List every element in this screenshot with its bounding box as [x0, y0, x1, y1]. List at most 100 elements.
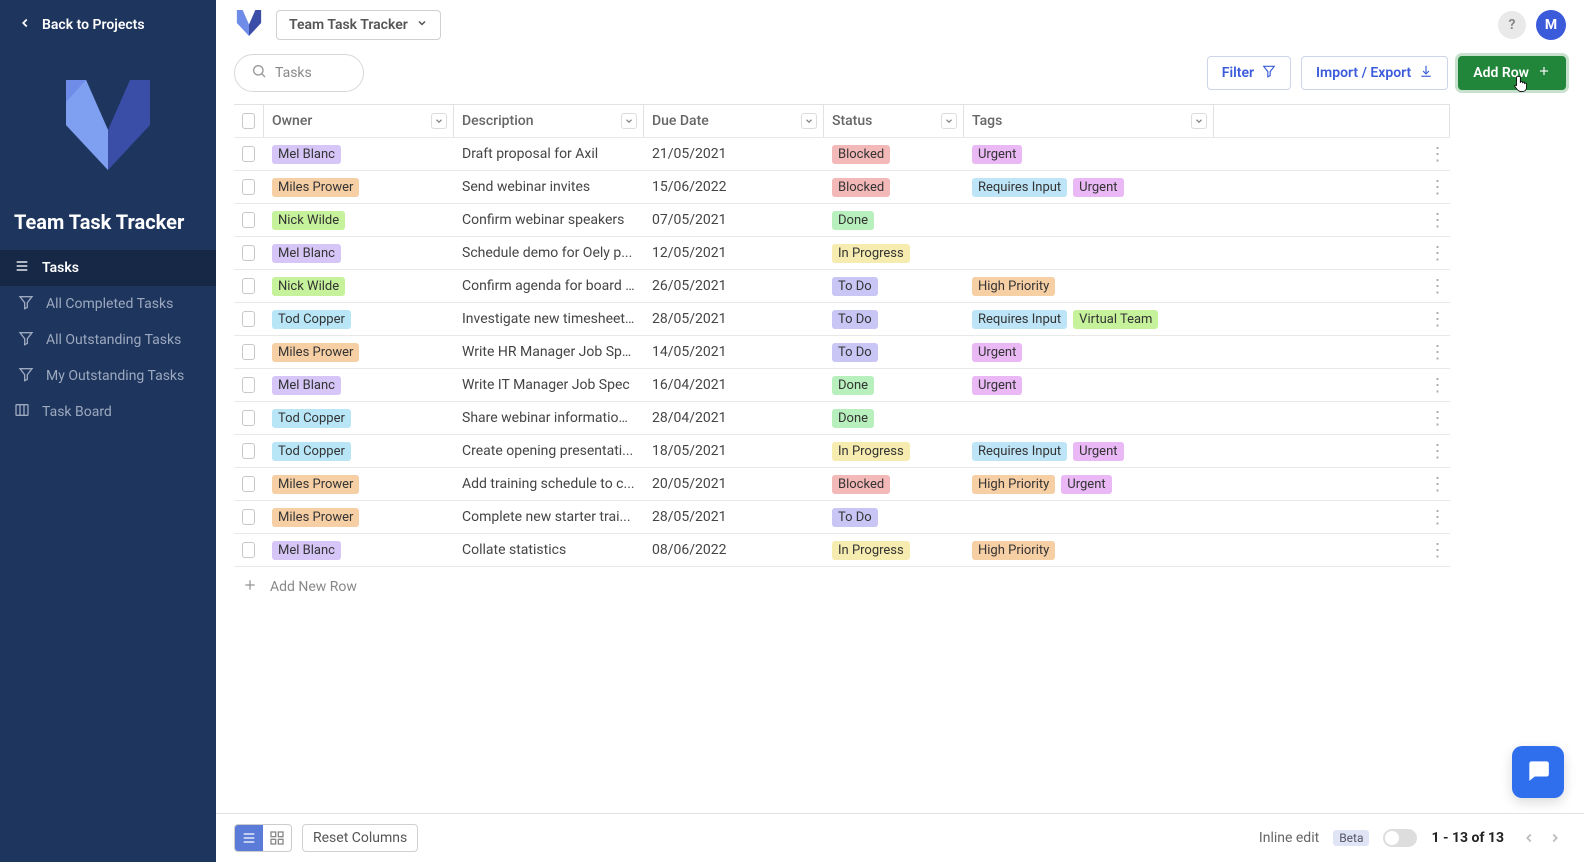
list-view-button[interactable]: [235, 825, 263, 851]
help-button[interactable]: ?: [1498, 11, 1526, 39]
filter-icon: [18, 294, 34, 314]
filter-icon: [18, 366, 34, 386]
tag-chip: Urgent: [972, 343, 1022, 362]
select-all-checkbox[interactable]: [242, 113, 255, 129]
row-actions-button[interactable]: [1426, 336, 1450, 368]
row-checkbox[interactable]: [242, 542, 255, 558]
row-checkbox[interactable]: [242, 344, 255, 360]
add-row-label: Add Row: [1473, 65, 1529, 81]
table-row[interactable]: Miles ProwerComplete new starter trai...…: [234, 501, 1450, 534]
download-icon: [1419, 64, 1433, 82]
row-actions-button[interactable]: [1426, 171, 1450, 203]
table-row[interactable]: Mel BlancCollate statistics08/06/2022In …: [234, 534, 1450, 567]
column-header-tags[interactable]: Tags: [964, 105, 1214, 137]
filter-icon: [18, 330, 34, 350]
due-date-text: 28/05/2021: [652, 311, 727, 327]
tag-chip: Requires Input: [972, 442, 1067, 461]
grid-view-button[interactable]: [263, 825, 291, 851]
table-row[interactable]: Nick WildeConfirm agenda for board ...26…: [234, 270, 1450, 303]
due-date-text: 28/05/2021: [652, 509, 727, 525]
col-label: Description: [462, 113, 534, 129]
status-chip: Blocked: [832, 145, 890, 164]
row-actions-button[interactable]: [1426, 237, 1450, 269]
owner-chip: Nick Wilde: [272, 211, 345, 230]
row-actions-button[interactable]: [1426, 402, 1450, 434]
row-checkbox[interactable]: [242, 212, 255, 228]
table-row[interactable]: Mel BlancDraft proposal for Axil21/05/20…: [234, 138, 1450, 171]
filter-button[interactable]: Filter: [1207, 56, 1291, 90]
import-export-button[interactable]: Import / Export: [1301, 56, 1448, 90]
tag-chip: Virtual Team: [1073, 310, 1158, 329]
plus-icon: [1537, 64, 1551, 82]
column-header-due-date[interactable]: Due Date: [644, 105, 824, 137]
row-checkbox[interactable]: [242, 377, 255, 393]
chevron-down-icon[interactable]: [621, 113, 637, 129]
row-checkbox[interactable]: [242, 443, 255, 459]
row-actions-button[interactable]: [1426, 138, 1450, 170]
table-row[interactable]: Mel BlancWrite IT Manager Job Spec16/04/…: [234, 369, 1450, 402]
status-chip: In Progress: [832, 541, 910, 560]
row-checkbox[interactable]: [242, 410, 255, 426]
row-actions-button[interactable]: [1426, 369, 1450, 401]
owner-chip: Mel Blanc: [272, 244, 341, 263]
table-row[interactable]: Tod CopperCreate opening presentati...18…: [234, 435, 1450, 468]
dots-vertical-icon: [1429, 342, 1447, 363]
row-checkbox[interactable]: [242, 278, 255, 294]
back-to-projects-link[interactable]: Back to Projects: [0, 0, 216, 50]
table-row[interactable]: Miles ProwerAdd training schedule to c..…: [234, 468, 1450, 501]
column-header-status[interactable]: Status: [824, 105, 964, 137]
chat-fab[interactable]: [1512, 746, 1564, 798]
nav-completed-tasks[interactable]: All Completed Tasks: [0, 286, 216, 322]
nav-outstanding-tasks[interactable]: All Outstanding Tasks: [0, 322, 216, 358]
chevron-down-icon[interactable]: [431, 113, 447, 129]
chevron-down-icon[interactable]: [801, 113, 817, 129]
column-header-owner[interactable]: Owner: [264, 105, 454, 137]
row-checkbox[interactable]: [242, 311, 255, 327]
row-actions-button[interactable]: [1426, 270, 1450, 302]
add-new-row-button[interactable]: Add New Row: [234, 567, 1450, 607]
table-row[interactable]: Miles ProwerWrite HR Manager Job Spec14/…: [234, 336, 1450, 369]
row-actions-button[interactable]: [1426, 534, 1450, 566]
add-row-button[interactable]: Add Row: [1458, 56, 1566, 90]
row-actions-button[interactable]: [1426, 435, 1450, 467]
table-row[interactable]: Nick WildeConfirm webinar speakers07/05/…: [234, 204, 1450, 237]
row-checkbox[interactable]: [242, 179, 255, 195]
table-row[interactable]: Mel BlancSchedule demo for Oely p...12/0…: [234, 237, 1450, 270]
prev-page-button[interactable]: [1518, 827, 1540, 849]
table-row[interactable]: Miles Prower Send webinar invites 15/06/20…: [234, 171, 1450, 204]
table-row[interactable]: Tod CopperShare webinar information...28…: [234, 402, 1450, 435]
table: Owner Description Due Date Status: [216, 104, 1584, 813]
owner-chip: Mel Blanc: [272, 376, 341, 395]
status-chip: In Progress: [832, 244, 910, 263]
row-checkbox[interactable]: [242, 245, 255, 261]
description-text: Confirm webinar speakers: [462, 212, 624, 228]
column-header-description[interactable]: Description: [454, 105, 644, 137]
description-text: Send webinar invites: [462, 179, 590, 195]
row-checkbox[interactable]: [242, 476, 255, 492]
row-checkbox[interactable]: [242, 509, 255, 525]
inline-edit-toggle[interactable]: [1383, 829, 1417, 847]
next-page-button[interactable]: [1544, 827, 1566, 849]
description-text: Complete new starter trai...: [462, 509, 631, 525]
nav-tasks[interactable]: Tasks: [0, 250, 216, 286]
project-selector[interactable]: Team Task Tracker: [276, 10, 441, 40]
row-actions-button[interactable]: [1426, 501, 1450, 533]
chevron-down-icon[interactable]: [1191, 113, 1207, 129]
row-actions-button[interactable]: [1426, 468, 1450, 500]
user-avatar[interactable]: M: [1536, 10, 1566, 40]
nav-my-outstanding-tasks[interactable]: My Outstanding Tasks: [0, 358, 216, 394]
chevron-down-icon: [416, 17, 428, 33]
search-input[interactable]: Tasks: [234, 54, 364, 92]
filter-label: Filter: [1222, 65, 1254, 81]
due-date-text: 15/06/2022: [652, 179, 727, 195]
inline-edit-label: Inline edit: [1259, 830, 1319, 846]
table-row[interactable]: Tod CopperInvestigate new timesheet...28…: [234, 303, 1450, 336]
nav-task-board[interactable]: Task Board: [0, 394, 216, 430]
beta-badge: Beta: [1333, 830, 1369, 846]
reset-columns-button[interactable]: Reset Columns: [302, 824, 418, 852]
row-actions-button[interactable]: [1426, 303, 1450, 335]
chevron-down-icon[interactable]: [941, 113, 957, 129]
owner-chip: Miles Prower: [272, 178, 359, 197]
row-actions-button[interactable]: [1426, 204, 1450, 236]
row-checkbox[interactable]: [242, 146, 255, 162]
